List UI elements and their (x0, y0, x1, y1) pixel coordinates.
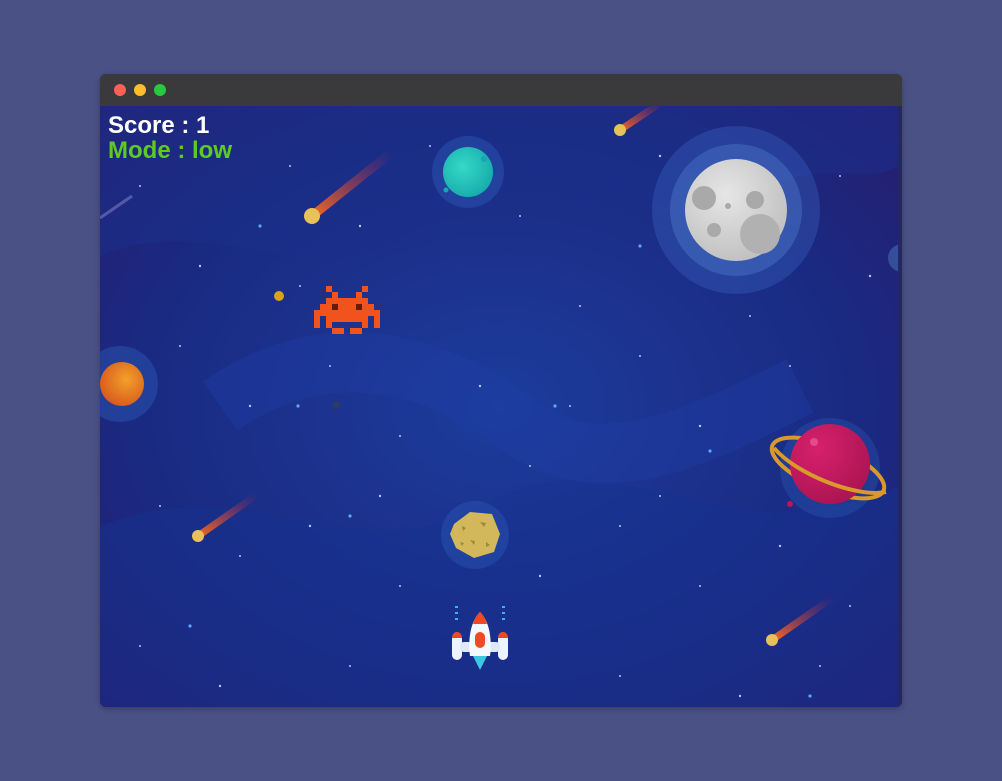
teal-planet (432, 136, 504, 208)
window-edge (898, 106, 902, 707)
edge-planet (888, 244, 898, 272)
dark-orb (332, 401, 340, 409)
minimize-button[interactable] (134, 84, 146, 96)
game-window: Score : 1 Mode : low (100, 74, 902, 707)
title-bar (100, 74, 902, 106)
coin (274, 291, 284, 301)
meteor (192, 490, 262, 542)
meteor (766, 594, 836, 646)
orange-planet (100, 346, 158, 422)
player-rocket[interactable] (450, 604, 510, 672)
mode-label: Mode : low (108, 137, 232, 164)
meteor (304, 147, 397, 224)
score-label: Score : 1 (108, 112, 210, 139)
zoom-button[interactable] (154, 84, 166, 96)
space-invader-enemy[interactable] (314, 286, 380, 334)
game-canvas[interactable]: Score : 1 Mode : low (100, 106, 898, 707)
asteroid (441, 501, 509, 569)
meteor (100, 194, 133, 220)
hud: Score : 1 Mode : low (108, 113, 232, 163)
grey-moon (652, 126, 820, 294)
magenta-ringed-planet (769, 418, 887, 518)
close-button[interactable] (114, 84, 126, 96)
